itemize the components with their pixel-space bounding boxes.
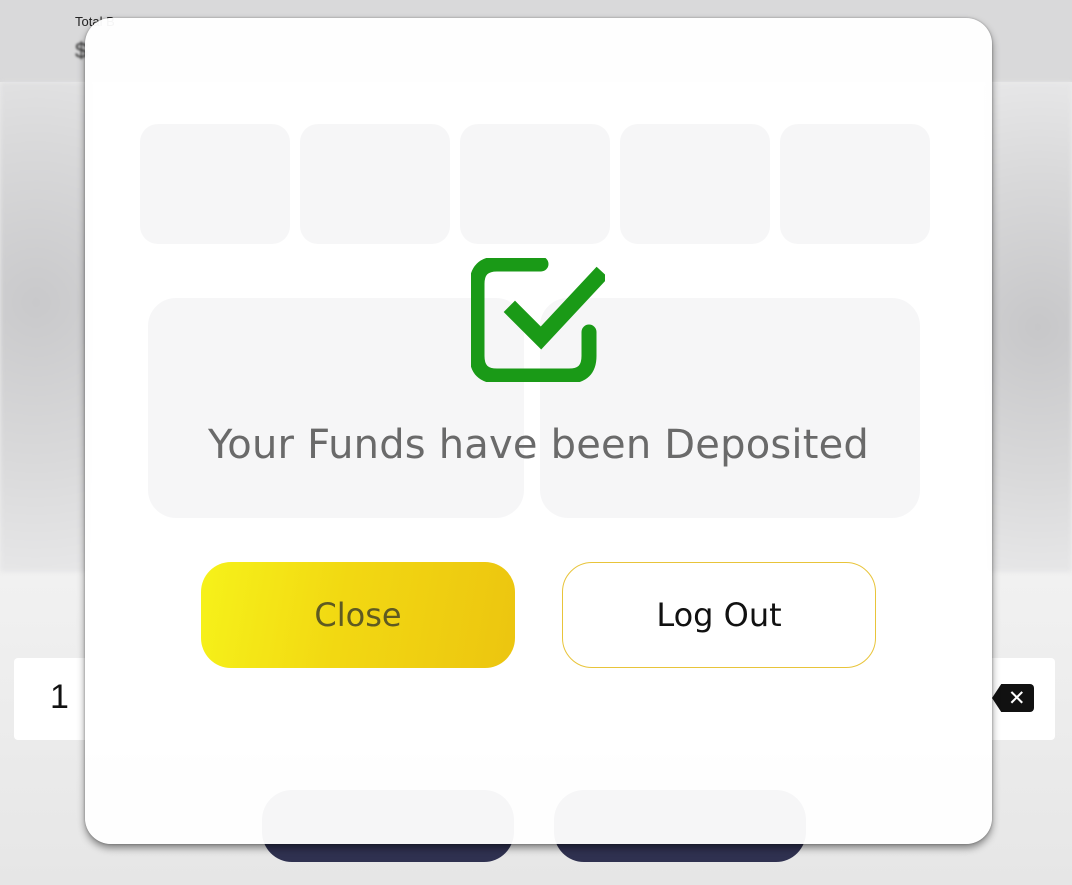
background-art-right: [987, 82, 1072, 572]
checkbox-check-icon: [471, 258, 605, 382]
dialog-message: Your Funds have been Deposited: [207, 422, 870, 468]
background-art-left: [0, 82, 90, 572]
ghost-action-tile: [300, 124, 450, 244]
app-screen: Total B $ 1 ✕ Your Funds have been Depos…: [0, 0, 1072, 885]
close-button-label: Close: [314, 596, 402, 634]
keypad-key-1[interactable]: 1: [50, 678, 69, 717]
ghost-balance-card: [148, 298, 524, 518]
ghost-action-tile: [620, 124, 770, 244]
close-button[interactable]: Close: [201, 562, 515, 668]
backspace-icon: ✕: [1008, 686, 1026, 710]
ghost-action-tile: [460, 124, 610, 244]
log-out-button-label: Log Out: [656, 596, 782, 634]
ghost-action-tile: [140, 124, 290, 244]
log-out-button[interactable]: Log Out: [562, 562, 876, 668]
ghost-action-tile: [780, 124, 930, 244]
deposit-success-dialog: Your Funds have been Deposited Close Log…: [85, 18, 992, 844]
